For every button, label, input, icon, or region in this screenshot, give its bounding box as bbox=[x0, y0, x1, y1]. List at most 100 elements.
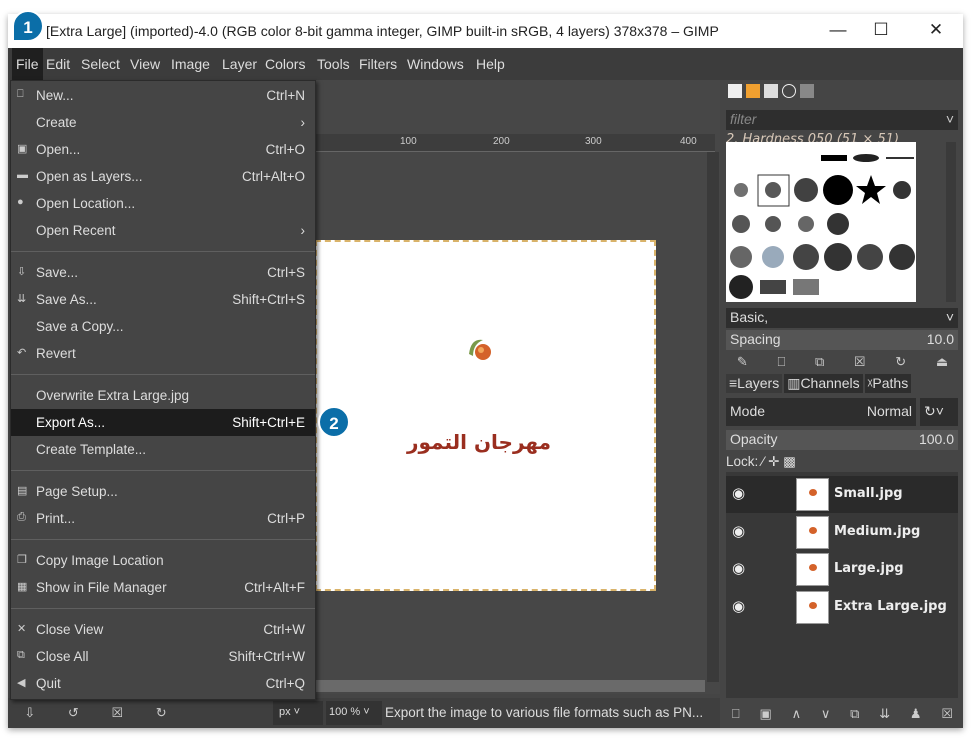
reset-icon[interactable]: ↻ bbox=[156, 705, 167, 721]
horizontal-scrollbar[interactable] bbox=[315, 680, 705, 692]
menu-select[interactable]: Select bbox=[81, 56, 120, 72]
close-window-button[interactable]: ✕ bbox=[921, 20, 951, 40]
menu-item-label: Open Recent bbox=[36, 223, 116, 238]
menu-item-close-all[interactable]: ⧉ Close All Shift+Ctrl+W bbox=[11, 643, 315, 670]
tab-paths[interactable]: ᵡPaths bbox=[864, 374, 912, 393]
minimize-button[interactable]: — bbox=[823, 20, 853, 40]
layer-row[interactable]: ◉ Large.jpg bbox=[726, 551, 958, 588]
edit-brush-icon[interactable]: ✎ bbox=[737, 354, 748, 370]
raise-layer-icon[interactable]: ∧ bbox=[792, 706, 802, 722]
menu-item-label: Close View bbox=[36, 622, 104, 637]
merge-layer-icon[interactable]: ⇊ bbox=[879, 706, 890, 722]
delete-icon[interactable]: ☒ bbox=[111, 705, 123, 721]
menu-item-open-location[interactable]: ● Open Location... bbox=[11, 190, 315, 217]
menu-item-overwrite-extra-large-jpg[interactable]: Overwrite Extra Large.jpg bbox=[11, 382, 315, 409]
refresh-icon[interactable]: ↻ bbox=[895, 354, 906, 370]
menu-item-export-as[interactable]: Export As... Shift+Ctrl+E bbox=[11, 409, 315, 436]
delete-layer-icon[interactable]: ☒ bbox=[941, 706, 953, 722]
composite-mode-select[interactable]: ↻˅ bbox=[920, 398, 958, 426]
lock-position-icon[interactable]: ✛ bbox=[768, 454, 779, 469]
menu-item-label: Save As... bbox=[36, 292, 97, 307]
mode-value: Normal bbox=[866, 403, 912, 419]
menu-item-label: Copy Image Location bbox=[36, 553, 164, 568]
new-brush-icon[interactable]: ⎕ bbox=[777, 354, 785, 370]
copy-location-icon: ❐ bbox=[17, 554, 27, 566]
lower-layer-icon[interactable]: ∨ bbox=[821, 706, 831, 722]
duplicate-layer-icon[interactable]: ⧉ bbox=[850, 706, 859, 722]
menu-view[interactable]: View bbox=[130, 56, 160, 72]
menu-separator bbox=[11, 374, 315, 375]
mode-select[interactable]: Mode Normal bbox=[726, 398, 916, 426]
menu-item-revert[interactable]: ↶ Revert bbox=[11, 340, 315, 367]
preset-value: Basic, bbox=[730, 309, 769, 325]
mask-icon[interactable]: ♟ bbox=[910, 706, 922, 722]
tab-layers[interactable]: ≡Layers bbox=[726, 374, 783, 393]
zoom-select[interactable]: 100 % ˅ bbox=[326, 701, 382, 725]
layers-tabs: ≡Layers ▥Channels ᵡPaths bbox=[726, 374, 912, 393]
opacity-value: 100.0 bbox=[918, 431, 954, 447]
brush-preset-select[interactable]: Basic, ˅ bbox=[726, 308, 958, 328]
menu-item-show-in-file-manager[interactable]: ▦ Show in File Manager Ctrl+Alt+F bbox=[11, 574, 315, 601]
vertical-scrollbar[interactable] bbox=[707, 152, 719, 682]
menu-item-save-a-copy[interactable]: Save a Copy... bbox=[11, 313, 315, 340]
menu-item-shortcut: Ctrl+Alt+F bbox=[244, 580, 305, 595]
help-tab-icon[interactable] bbox=[782, 84, 796, 98]
gradients-tab-icon[interactable] bbox=[800, 84, 814, 98]
layer-name: Medium.jpg bbox=[834, 523, 921, 539]
maximize-button[interactable]: ☐ bbox=[866, 20, 896, 40]
menu-item-label: Close All bbox=[36, 649, 89, 664]
layer-name: Small.jpg bbox=[834, 486, 903, 501]
save-options-icon[interactable]: ⇩ bbox=[24, 705, 35, 721]
menu-filters[interactable]: Filters bbox=[359, 56, 397, 72]
menu-item-open[interactable]: ▣ Open... Ctrl+O bbox=[11, 136, 315, 163]
menu-tools[interactable]: Tools bbox=[317, 56, 350, 72]
restore-icon[interactable]: ↺ bbox=[68, 705, 79, 721]
menu-help[interactable]: Help bbox=[476, 56, 505, 72]
spacing-spinner[interactable]: Spacing 10.0 bbox=[726, 330, 958, 350]
menu-image[interactable]: Image bbox=[171, 56, 210, 72]
fonts-tab-icon[interactable] bbox=[764, 84, 778, 98]
patterns-tab-icon[interactable] bbox=[746, 84, 760, 98]
menu-file[interactable]: File bbox=[12, 48, 43, 80]
menu-item-create[interactable]: Create › bbox=[11, 109, 315, 136]
menu-item-quit[interactable]: ◀ Quit Ctrl+Q bbox=[11, 670, 315, 697]
status-message: Export the image to various file formats… bbox=[385, 705, 704, 720]
duplicate-brush-icon[interactable]: ⧉ bbox=[815, 354, 824, 370]
new-layer-icon[interactable]: ⎕ bbox=[732, 706, 740, 722]
menu-edit[interactable]: Edit bbox=[46, 56, 70, 72]
menu-item-copy-image-location[interactable]: ❐ Copy Image Location bbox=[11, 547, 315, 574]
menu-windows[interactable]: Windows bbox=[407, 56, 464, 72]
brushes-tab-icon[interactable] bbox=[728, 84, 742, 98]
lock-alpha-icon[interactable]: ▩ bbox=[783, 454, 796, 469]
menu-item-save-as[interactable]: ⇊ Save As... Shift+Ctrl+S bbox=[11, 286, 315, 313]
unit-select[interactable]: px ˅ bbox=[273, 701, 323, 725]
menu-item-page-setup[interactable]: ▤ Page Setup... bbox=[11, 478, 315, 505]
menu-item-close-view[interactable]: ✕ Close View Ctrl+W bbox=[11, 616, 315, 643]
eye-icon[interactable]: ◉ bbox=[732, 522, 745, 540]
menu-item-save[interactable]: ⇩ Save... Ctrl+S bbox=[11, 259, 315, 286]
menu-colors[interactable]: Colors bbox=[265, 56, 305, 72]
eye-icon[interactable]: ◉ bbox=[732, 484, 745, 502]
menu-layer[interactable]: Layer bbox=[222, 56, 257, 72]
eye-icon[interactable]: ◉ bbox=[732, 559, 745, 577]
eye-icon[interactable]: ◉ bbox=[732, 597, 745, 615]
delete-brush-icon[interactable]: ☒ bbox=[854, 354, 866, 370]
brush-filter-input[interactable]: filter ˅ bbox=[726, 110, 958, 130]
brush-grid[interactable] bbox=[726, 142, 916, 302]
lock-pixels-icon[interactable]: ⁄ bbox=[762, 454, 764, 469]
menu-item-open-recent[interactable]: Open Recent › bbox=[11, 217, 315, 244]
image-canvas[interactable]: مهرجان التمور bbox=[315, 240, 656, 591]
new-group-icon[interactable]: ▣ bbox=[759, 706, 771, 722]
layer-row[interactable]: ◉ Small.jpg bbox=[726, 476, 958, 513]
menu-item-create-template[interactable]: Create Template... bbox=[11, 436, 315, 463]
menu-item-print[interactable]: ⎙ Print... Ctrl+P bbox=[11, 505, 315, 532]
menu-item-open-as-layers[interactable]: ▬ Open as Layers... Ctrl+Alt+O bbox=[11, 163, 315, 190]
menu-item-new[interactable]: ⎕ New... Ctrl+N bbox=[11, 82, 315, 109]
menu-item-shortcut: Ctrl+Alt+O bbox=[241, 169, 305, 184]
layer-row[interactable]: ◉ Extra Large.jpg bbox=[726, 589, 958, 626]
tab-channels[interactable]: ▥Channels bbox=[784, 374, 863, 393]
brush-scrollbar[interactable] bbox=[946, 142, 956, 302]
opacity-spinner[interactable]: Opacity 100.0 bbox=[726, 430, 958, 450]
layer-row[interactable]: ◉ Medium.jpg bbox=[726, 514, 958, 551]
open-as-image-icon[interactable]: ⏏ bbox=[936, 354, 948, 370]
